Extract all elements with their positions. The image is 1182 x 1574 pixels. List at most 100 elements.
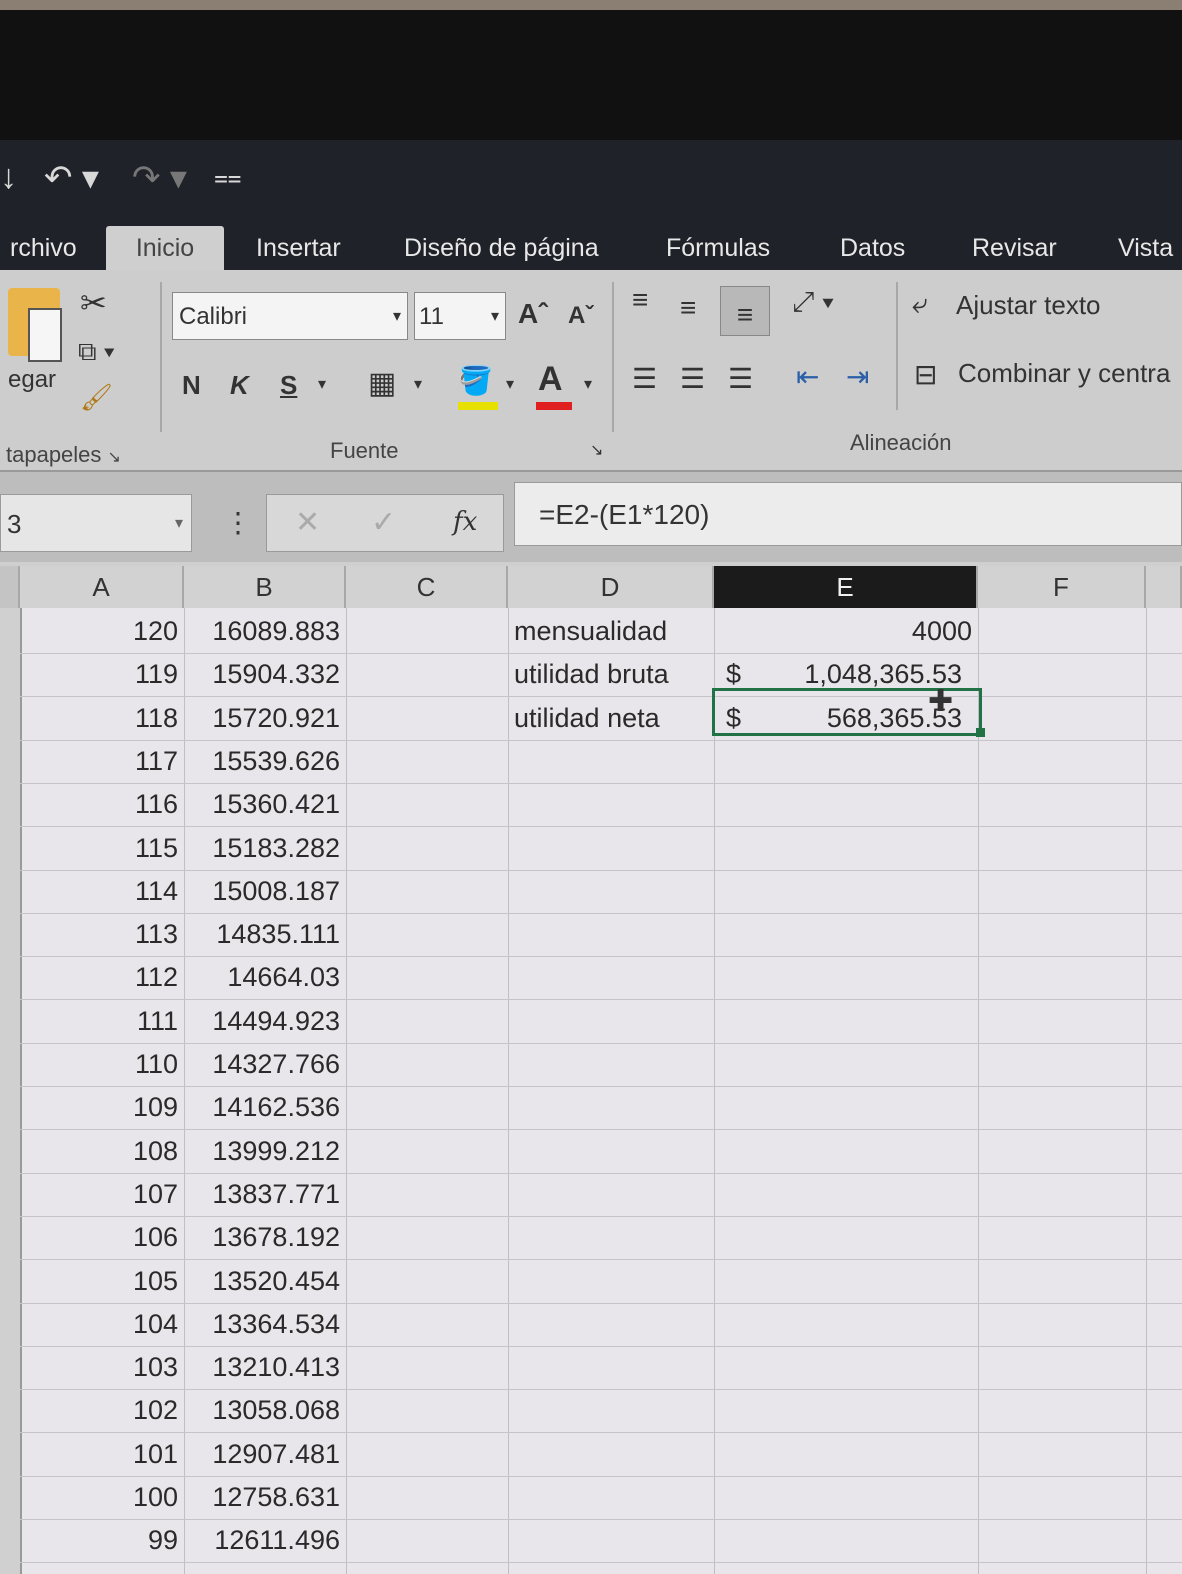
cell-a[interactable]: 115 xyxy=(20,827,184,870)
cell-b[interactable]: 14327.766 xyxy=(184,1043,346,1086)
increase-indent-icon[interactable]: ⇥ xyxy=(846,360,869,393)
cell-d-label[interactable]: utilidad bruta xyxy=(508,653,714,696)
cell-b[interactable]: 13837.771 xyxy=(184,1173,346,1216)
cell-a[interactable]: 108 xyxy=(20,1130,184,1173)
cell-a[interactable]: 119 xyxy=(20,653,184,696)
cell-a[interactable]: 106 xyxy=(20,1216,184,1259)
cell-a[interactable]: 107 xyxy=(20,1173,184,1216)
select-all-corner[interactable] xyxy=(0,566,20,608)
cell-b[interactable]: 13999.212 xyxy=(184,1130,346,1173)
cell-a[interactable]: 110 xyxy=(20,1043,184,1086)
cell-b[interactable]: 13678.192 xyxy=(184,1216,346,1259)
align-top-icon[interactable]: ≡ xyxy=(632,284,648,316)
copy-icon[interactable]: ⧉ ▾ xyxy=(78,336,115,368)
align-center-icon[interactable]: ☰ xyxy=(680,362,705,395)
save-icon[interactable]: ↓ xyxy=(0,158,17,197)
cell-b[interactable]: 15539.626 xyxy=(184,740,346,783)
cell-b[interactable]: 15360.421 xyxy=(184,783,346,826)
column-header-d[interactable]: D xyxy=(508,566,714,608)
customize-toolbar-icon[interactable]: ⩵ xyxy=(214,164,242,192)
cell-b[interactable]: 12758.631 xyxy=(184,1476,346,1519)
font-dialog-launcher-icon[interactable]: ↘ xyxy=(590,440,603,460)
cell-a[interactable]: 105 xyxy=(20,1260,184,1303)
cell-a[interactable]: 114 xyxy=(20,870,184,913)
tab-archivo[interactable]: rchivo xyxy=(0,226,87,270)
align-right-icon[interactable]: ☰ xyxy=(728,362,753,395)
column-header-b[interactable]: B xyxy=(184,566,346,608)
cell-b[interactable]: 13210.413 xyxy=(184,1346,346,1389)
fill-color-icon[interactable]: 🪣 xyxy=(458,364,493,397)
cancel-icon[interactable]: ✕ xyxy=(295,505,320,540)
cell-b[interactable]: 15904.332 xyxy=(184,653,346,696)
tab-inicio[interactable]: Inicio xyxy=(106,226,224,270)
cell-b[interactable]: 16089.883 xyxy=(184,610,346,653)
cell-b[interactable]: 15008.187 xyxy=(184,870,346,913)
tab-diseno-pagina[interactable]: Diseño de página xyxy=(394,226,609,270)
cell-b[interactable]: 14664.03 xyxy=(184,956,346,999)
align-left-icon[interactable]: ☰ xyxy=(632,362,657,395)
merge-center-button[interactable]: Combinar y centra xyxy=(958,358,1170,389)
cell-a[interactable]: 104 xyxy=(20,1303,184,1346)
underline-button[interactable]: S xyxy=(280,370,297,401)
cell-b[interactable]: 13364.534 xyxy=(184,1303,346,1346)
cell-e-value[interactable]: 4000 xyxy=(760,610,978,653)
cell-a[interactable]: 109 xyxy=(20,1086,184,1129)
insert-function-icon[interactable]: fx xyxy=(453,507,477,537)
cell-a[interactable]: 112 xyxy=(20,956,184,999)
align-bottom-icon[interactable]: ≡ xyxy=(720,286,770,336)
cell-b[interactable]: 15720.921 xyxy=(184,697,346,740)
cut-icon[interactable]: ✂ xyxy=(80,284,107,322)
cell-a[interactable]: 99 xyxy=(20,1519,184,1562)
italic-button[interactable]: K xyxy=(230,370,249,401)
row-headers[interactable] xyxy=(0,608,22,1574)
cell-b[interactable]: 14494.923 xyxy=(184,1000,346,1043)
wrap-text-button[interactable]: Ajustar texto xyxy=(956,290,1101,321)
formula-input[interactable]: =E2-(E1*120) xyxy=(514,482,1182,546)
cell-b[interactable]: 12907.481 xyxy=(184,1433,346,1476)
cell-a[interactable]: 117 xyxy=(20,740,184,783)
cell-a[interactable]: 100 xyxy=(20,1476,184,1519)
cell-b[interactable]: 14162.536 xyxy=(184,1086,346,1129)
tab-datos[interactable]: Datos xyxy=(830,226,915,270)
cell-b[interactable]: 13520.454 xyxy=(184,1260,346,1303)
enter-icon[interactable]: ✓ xyxy=(371,505,396,540)
borders-dropdown-icon[interactable]: ▾ xyxy=(414,374,422,394)
cell-a[interactable]: 101 xyxy=(20,1433,184,1476)
cell-a[interactable]: 113 xyxy=(20,913,184,956)
cell-b[interactable]: 12611.496 xyxy=(184,1519,346,1562)
format-painter-icon[interactable]: 🖌 xyxy=(80,382,113,413)
borders-icon[interactable]: ▦ xyxy=(368,366,396,401)
tab-insertar[interactable]: Insertar xyxy=(246,226,351,270)
font-color-icon[interactable]: A xyxy=(538,360,563,399)
font-name-dropdown[interactable]: Calibri ▾ xyxy=(172,292,408,340)
more-options-icon[interactable]: ⋮ xyxy=(224,506,252,539)
font-color-dropdown-icon[interactable]: ▾ xyxy=(584,374,592,394)
cell-b[interactable]: 13058.068 xyxy=(184,1389,346,1432)
align-middle-icon[interactable]: ≡ xyxy=(680,292,696,324)
cell-a[interactable]: 118 xyxy=(20,697,184,740)
cell-a[interactable]: 103 xyxy=(20,1346,184,1389)
cell-d-label[interactable]: mensualidad xyxy=(508,610,714,653)
cell-a[interactable]: 102 xyxy=(20,1389,184,1432)
cell-a[interactable]: 120 xyxy=(20,610,184,653)
undo-icon[interactable]: ↶ ▾ xyxy=(44,158,99,198)
paste-label[interactable]: egar xyxy=(8,366,56,394)
column-header-c[interactable]: C xyxy=(346,566,508,608)
cell-b[interactable]: 15183.282 xyxy=(184,827,346,870)
grow-font-button[interactable]: Aˆ xyxy=(518,298,548,330)
orientation-icon[interactable]: ⤢ ▾ xyxy=(792,286,834,319)
cell-a[interactable]: 111 xyxy=(20,1000,184,1043)
cell-b[interactable]: 14835.111 xyxy=(184,913,346,956)
underline-dropdown-icon[interactable]: ▾ xyxy=(318,374,326,394)
redo-icon[interactable]: ↷ ▾ xyxy=(132,158,187,198)
font-size-dropdown[interactable]: 11 ▾ xyxy=(414,292,506,340)
column-header-g[interactable] xyxy=(1146,566,1182,608)
bold-button[interactable]: N xyxy=(182,370,201,401)
column-header-e[interactable]: E xyxy=(714,566,978,608)
column-header-f[interactable]: F xyxy=(978,566,1146,608)
cell-d-label[interactable]: utilidad neta xyxy=(508,697,714,740)
shrink-font-button[interactable]: Aˇ xyxy=(568,302,593,330)
name-box[interactable]: 3 ▾ xyxy=(0,494,192,552)
fill-handle[interactable] xyxy=(976,728,985,737)
cell-a[interactable]: 116 xyxy=(20,783,184,826)
